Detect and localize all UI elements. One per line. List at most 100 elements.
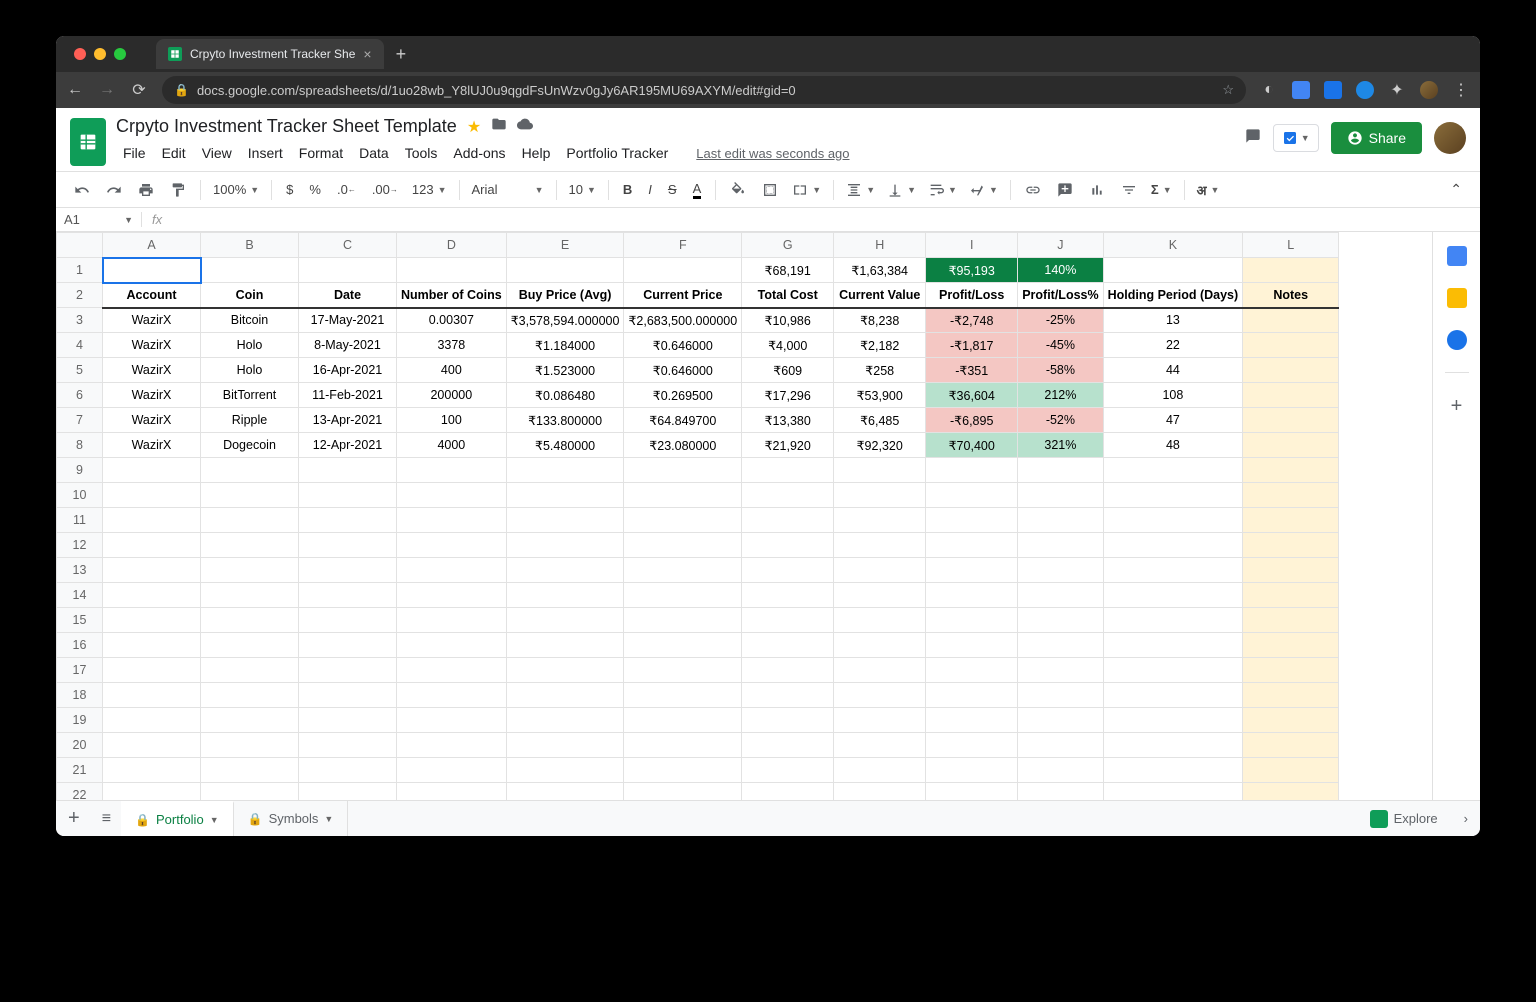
cell[interactable]	[742, 783, 834, 801]
menu-format[interactable]: Format	[292, 141, 350, 165]
column-header[interactable]: H	[834, 233, 926, 258]
cell[interactable]	[201, 608, 299, 633]
cell[interactable]	[1103, 708, 1243, 733]
cell[interactable]	[201, 708, 299, 733]
cell[interactable]	[1018, 758, 1103, 783]
cell[interactable]	[1243, 358, 1339, 383]
cell[interactable]	[1243, 733, 1339, 758]
cell[interactable]	[926, 508, 1018, 533]
font-family-select[interactable]: Arial▼	[468, 180, 548, 199]
cell[interactable]: ₹36,604	[926, 383, 1018, 408]
cell[interactable]	[1243, 633, 1339, 658]
cell[interactable]	[1243, 708, 1339, 733]
cell[interactable]: 8-May-2021	[299, 333, 397, 358]
cell[interactable]	[397, 508, 507, 533]
cell[interactable]: Profit/Loss	[926, 283, 1018, 308]
move-icon[interactable]	[491, 116, 507, 137]
cell[interactable]	[299, 683, 397, 708]
cell[interactable]	[1243, 408, 1339, 433]
menu-file[interactable]: File	[116, 141, 153, 165]
format-currency-button[interactable]: $	[280, 178, 299, 201]
cell[interactable]	[624, 783, 742, 801]
print-button[interactable]	[132, 178, 160, 202]
row-header[interactable]: 11	[57, 508, 103, 533]
cell[interactable]: 108	[1103, 383, 1243, 408]
cell[interactable]	[506, 258, 624, 283]
cell[interactable]	[299, 658, 397, 683]
cell[interactable]	[103, 583, 201, 608]
cell[interactable]	[926, 633, 1018, 658]
scroll-tabs-right-button[interactable]: ›	[1452, 811, 1480, 826]
text-wrap-button[interactable]: ▼	[924, 180, 961, 200]
cell[interactable]	[1243, 683, 1339, 708]
cell[interactable]	[624, 508, 742, 533]
cell[interactable]: ₹609	[742, 358, 834, 383]
zoom-select[interactable]: 100% ▼	[209, 180, 263, 199]
cell[interactable]	[299, 758, 397, 783]
insert-chart-button[interactable]	[1083, 178, 1111, 202]
cell[interactable]	[397, 608, 507, 633]
cell[interactable]	[299, 258, 397, 283]
cell[interactable]: 212%	[1018, 383, 1103, 408]
row-header[interactable]: 3	[57, 308, 103, 333]
cell[interactable]: 200000	[397, 383, 507, 408]
url-input[interactable]: 🔒 docs.google.com/spreadsheets/d/1uo28wb…	[162, 76, 1246, 104]
cell[interactable]: ₹258	[834, 358, 926, 383]
cell[interactable]: 13-Apr-2021	[299, 408, 397, 433]
cell[interactable]	[1243, 508, 1339, 533]
cell[interactable]	[201, 483, 299, 508]
undo-button[interactable]	[68, 178, 96, 202]
cell[interactable]	[926, 458, 1018, 483]
increase-decimal-button[interactable]: .00→	[366, 178, 404, 201]
collapse-toolbar-button[interactable]: ⌃	[1444, 177, 1468, 202]
cell[interactable]	[397, 583, 507, 608]
cell[interactable]: ₹0.086480	[506, 383, 624, 408]
cell[interactable]	[624, 733, 742, 758]
menu-insert[interactable]: Insert	[241, 141, 290, 165]
cell[interactable]: ₹1,63,384	[834, 258, 926, 283]
cell[interactable]	[506, 583, 624, 608]
profile-avatar-icon[interactable]	[1420, 81, 1438, 99]
cell[interactable]	[1103, 583, 1243, 608]
cell[interactable]	[1103, 758, 1243, 783]
add-sheet-button[interactable]: +	[56, 807, 92, 830]
menu-portfolio-tracker[interactable]: Portfolio Tracker	[559, 141, 675, 165]
row-header[interactable]: 22	[57, 783, 103, 801]
cell[interactable]: ₹3,578,594.000000	[506, 308, 624, 333]
cell[interactable]	[742, 633, 834, 658]
text-rotation-button[interactable]: ▼	[965, 180, 1002, 200]
cell[interactable]	[103, 658, 201, 683]
row-header[interactable]: 18	[57, 683, 103, 708]
cell[interactable]	[1103, 783, 1243, 801]
cell[interactable]	[624, 483, 742, 508]
cell[interactable]	[834, 658, 926, 683]
new-tab-button[interactable]: +	[396, 44, 407, 65]
cell[interactable]	[397, 683, 507, 708]
cell[interactable]	[506, 558, 624, 583]
cell[interactable]	[506, 508, 624, 533]
cell[interactable]	[926, 658, 1018, 683]
explore-button[interactable]: Explore	[1356, 810, 1452, 828]
sheet-tab-symbols[interactable]: 🔒 Symbols ▼	[234, 801, 349, 836]
cell[interactable]	[624, 583, 742, 608]
tasks-icon[interactable]	[1447, 330, 1467, 350]
cloud-status-icon[interactable]	[517, 116, 533, 137]
cell[interactable]	[299, 458, 397, 483]
cell[interactable]: ₹8,238	[834, 308, 926, 333]
column-header[interactable]: K	[1103, 233, 1243, 258]
cell[interactable]	[742, 583, 834, 608]
cell[interactable]: Bitcoin	[201, 308, 299, 333]
cell[interactable]: Holding Period (Days)	[1103, 283, 1243, 308]
chrome-menu-icon[interactable]: ⋮	[1452, 80, 1470, 100]
cell[interactable]	[103, 458, 201, 483]
cell[interactable]	[506, 608, 624, 633]
cell[interactable]	[834, 483, 926, 508]
cell[interactable]	[1243, 258, 1339, 283]
cell[interactable]: Ripple	[201, 408, 299, 433]
column-header[interactable]: D	[397, 233, 507, 258]
cell[interactable]: ₹23.080000	[624, 433, 742, 458]
cell[interactable]	[1103, 633, 1243, 658]
cell[interactable]: ₹6,485	[834, 408, 926, 433]
cell[interactable]	[201, 733, 299, 758]
cell[interactable]: 3378	[397, 333, 507, 358]
